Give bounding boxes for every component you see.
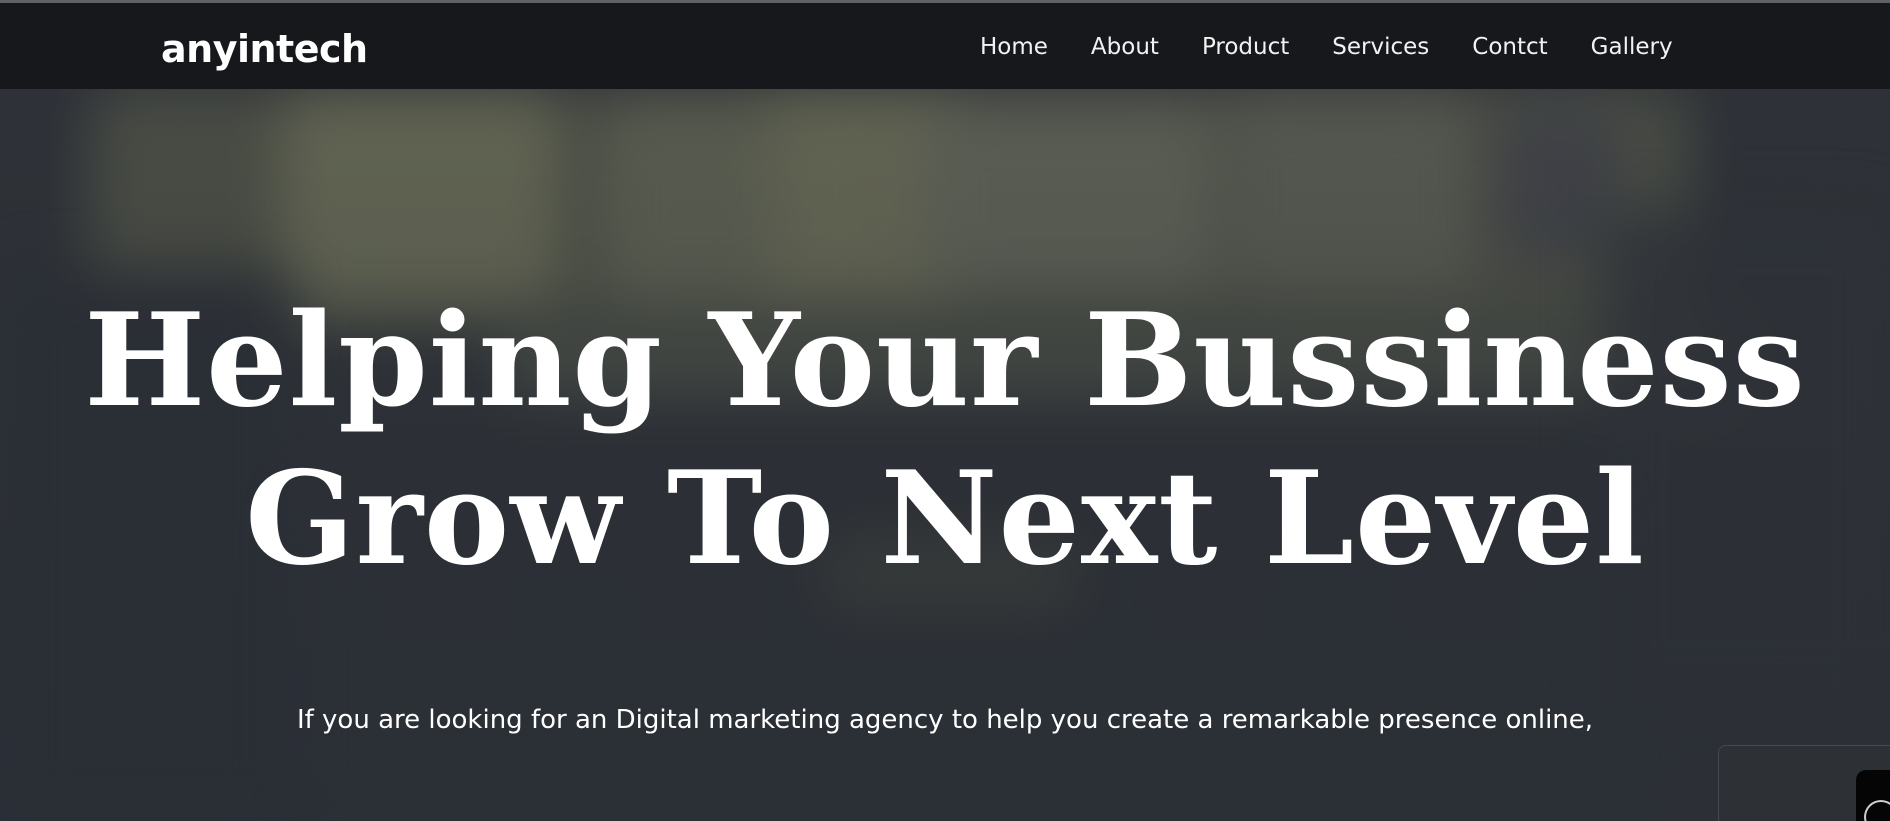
hero-subtext: If you are looking for an Digital market… <box>296 705 1594 735</box>
nav-services-link[interactable]: Services <box>1332 30 1429 64</box>
hero-headline: Helping Your Bussiness Grow To Next Leve… <box>0 282 1890 598</box>
hero-headline-line-2: Grow To Next Level <box>245 444 1645 594</box>
window-top-border <box>0 0 1890 3</box>
nav-contact-link[interactable]: Contct <box>1472 30 1547 64</box>
chat-widget-icon[interactable] <box>1856 770 1890 821</box>
nav-about-link[interactable]: About <box>1091 30 1159 64</box>
nav-gallery-link[interactable]: Gallery <box>1591 30 1673 64</box>
main-nav: Home About Product Services Contct Galle… <box>980 30 1716 64</box>
nav-product-link[interactable]: Product <box>1202 30 1289 64</box>
hero-headline-line-1: Helping Your Bussiness <box>84 286 1806 436</box>
brand-logo[interactable]: anyintech <box>161 26 368 72</box>
nav-home-link[interactable]: Home <box>980 30 1048 64</box>
widget-ring-icon <box>1864 800 1890 821</box>
navbar: anyintech Home About Product Services Co… <box>0 0 1890 89</box>
